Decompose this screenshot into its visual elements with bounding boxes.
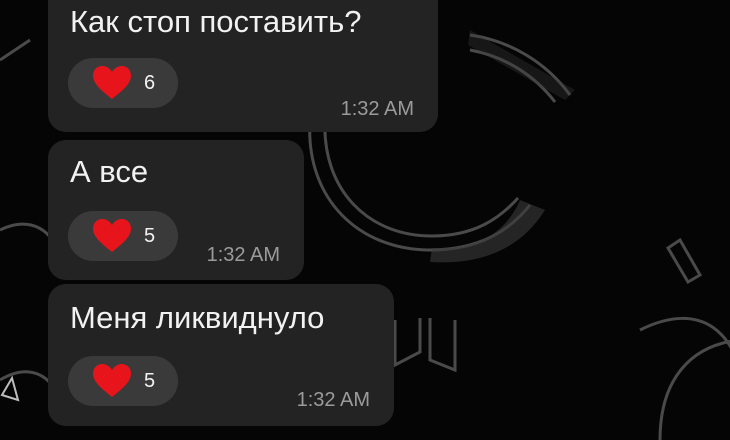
message-timestamp: 1:32 AM	[296, 389, 370, 411]
reaction-count: 6	[144, 72, 156, 94]
message-text: Меня ликвиднуло	[70, 300, 325, 335]
reaction-pill[interactable]: 6	[68, 58, 178, 108]
reaction-count: 5	[144, 370, 156, 392]
chat-view: Как стоп поставить? 6 1:32 AM А все 5 1:…	[0, 0, 730, 440]
heart-icon	[93, 219, 131, 252]
message-bubble[interactable]: Меня ликвиднуло 5 1:32 AM	[48, 284, 394, 426]
reaction-pill[interactable]: 5	[68, 211, 178, 261]
reaction-count: 5	[144, 225, 156, 247]
message-bubble[interactable]: А все 5 1:32 AM	[48, 140, 304, 280]
message-text: А все	[70, 154, 149, 189]
message-bubble[interactable]: Как стоп поставить? 6 1:32 AM	[48, 0, 438, 132]
reaction-pill[interactable]: 5	[68, 356, 178, 406]
heart-icon	[93, 66, 131, 99]
message-timestamp: 1:32 AM	[206, 244, 280, 266]
heart-icon	[93, 364, 131, 397]
message-timestamp: 1:32 AM	[340, 98, 414, 120]
message-text: Как стоп поставить?	[70, 4, 362, 39]
